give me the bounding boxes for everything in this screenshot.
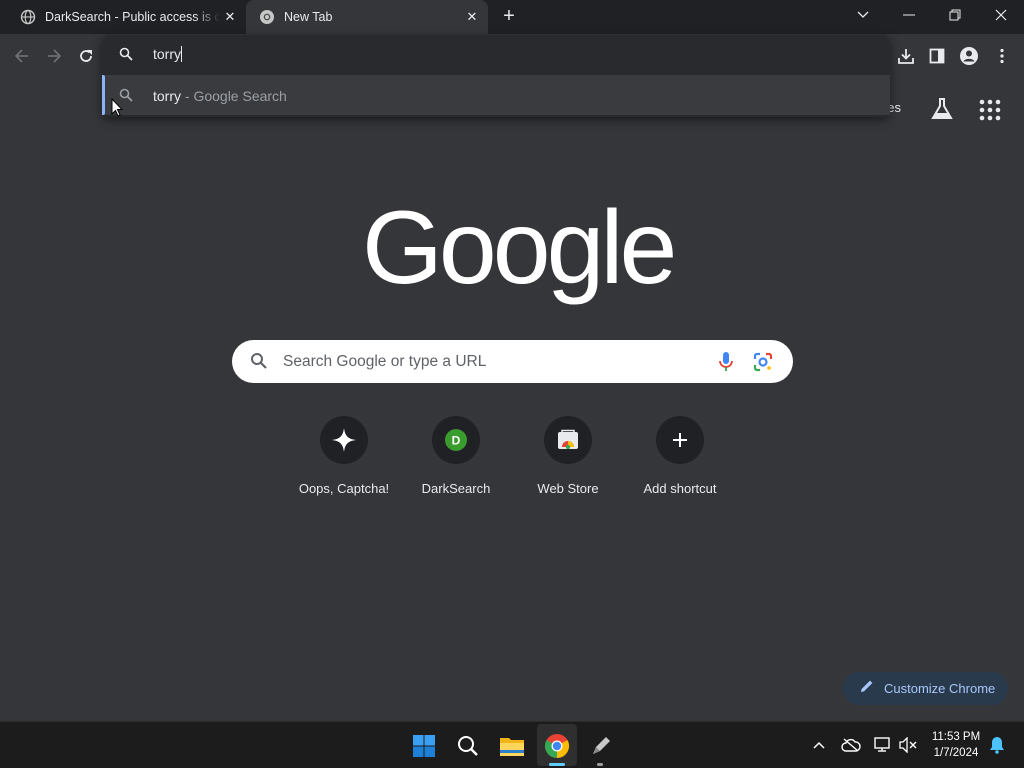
profile-icon bbox=[960, 47, 978, 65]
google-lens-icon[interactable] bbox=[752, 351, 774, 378]
profile-button[interactable] bbox=[956, 43, 982, 69]
shortcut-tile[interactable]: Web Store bbox=[512, 416, 624, 506]
omnibox-input[interactable]: torry bbox=[153, 46, 182, 62]
add-shortcut-button[interactable]: Add shortcut bbox=[624, 416, 736, 506]
arrow-right-icon bbox=[48, 49, 62, 63]
tab-new-tab[interactable]: New Tab ✕ bbox=[246, 0, 488, 34]
close-tab-icon[interactable]: ✕ bbox=[464, 9, 480, 25]
labs-icon[interactable] bbox=[929, 96, 955, 122]
shortcut-label: Oops, Captcha! bbox=[298, 481, 390, 496]
screen: DarkSearch - Public access is closed ✕ N… bbox=[0, 0, 1024, 768]
clock-date: 1/7/2024 bbox=[933, 747, 979, 759]
omnibox-popup: torry torry - Google Search bbox=[102, 35, 890, 117]
shortcut-letter: D bbox=[452, 434, 461, 448]
pen-app-icon[interactable] bbox=[585, 730, 617, 762]
side-panel-icon bbox=[929, 48, 945, 64]
close-tab-icon[interactable]: ✕ bbox=[222, 9, 238, 25]
notification-bell-icon[interactable] bbox=[986, 734, 1008, 756]
close-window-button[interactable] bbox=[978, 0, 1024, 30]
search-placeholder: Search Google or type a URL bbox=[283, 353, 487, 370]
reload-icon bbox=[80, 50, 92, 62]
tab-darksearch[interactable]: DarkSearch - Public access is closed ✕ bbox=[12, 0, 246, 34]
customize-chrome-label: Customize Chrome bbox=[884, 681, 996, 696]
restore-button[interactable] bbox=[932, 0, 978, 30]
tab-strip: DarkSearch - Public access is closed ✕ N… bbox=[0, 0, 1024, 34]
clock[interactable]: 11:53 PM 1/7/2024 bbox=[926, 729, 986, 761]
running-indicator bbox=[549, 763, 565, 766]
selection-indicator bbox=[102, 75, 105, 115]
omnibox-suggestion[interactable]: torry - Google Search bbox=[102, 75, 890, 115]
tab-title: DarkSearch - Public access is closed bbox=[45, 10, 220, 24]
shortcut-label: Web Store bbox=[537, 481, 599, 496]
globe-icon bbox=[20, 9, 36, 25]
suggestion-source: - Google Search bbox=[181, 88, 287, 104]
customize-chrome-button[interactable]: Customize Chrome bbox=[843, 672, 1008, 705]
clock-time: 11:53 PM bbox=[931, 731, 981, 743]
volume-muted-icon[interactable] bbox=[897, 734, 919, 756]
search-icon bbox=[119, 47, 133, 66]
side-panel-button[interactable] bbox=[924, 43, 950, 69]
arrow-left-icon bbox=[14, 49, 28, 63]
microphone-icon[interactable] bbox=[718, 351, 734, 378]
network-icon[interactable] bbox=[872, 734, 894, 756]
web-store-icon bbox=[544, 416, 592, 464]
search-icon bbox=[250, 352, 268, 375]
chevron-up-icon[interactable] bbox=[808, 734, 830, 756]
shortcut-label: Add shortcut bbox=[643, 481, 717, 496]
more-vert-icon bbox=[1000, 48, 1004, 64]
suggestion-query: torry bbox=[153, 88, 181, 104]
back-button[interactable] bbox=[9, 43, 35, 69]
forward-button[interactable] bbox=[41, 43, 67, 69]
text-caret bbox=[181, 46, 182, 62]
letter-d-icon: D bbox=[432, 416, 480, 464]
pencil-icon bbox=[860, 679, 874, 698]
ntp-search-box[interactable]: Search Google or type a URL bbox=[232, 340, 793, 383]
menu-button[interactable] bbox=[989, 43, 1015, 69]
minimize-button[interactable] bbox=[886, 0, 932, 30]
file-explorer-icon[interactable] bbox=[496, 730, 528, 762]
sparkle-icon bbox=[320, 416, 368, 464]
plus-icon bbox=[656, 416, 704, 464]
google-logo: Google bbox=[362, 190, 677, 306]
download-icon bbox=[898, 49, 914, 64]
shortcut-label: DarkSearch bbox=[421, 481, 491, 496]
chrome-icon[interactable] bbox=[541, 730, 573, 762]
apps-grid-icon[interactable] bbox=[978, 98, 1002, 122]
new-tab-button[interactable]: + bbox=[498, 6, 520, 28]
shortcut-tile[interactable]: Oops, Captcha! bbox=[288, 416, 400, 506]
tab-search-icon[interactable] bbox=[840, 0, 886, 30]
downloads-button[interactable] bbox=[893, 43, 919, 69]
cloud-offline-icon[interactable] bbox=[840, 734, 862, 756]
reload-button[interactable] bbox=[73, 43, 99, 69]
taskbar: 11:53 PM 1/7/2024 bbox=[0, 721, 1024, 768]
omnibox[interactable]: torry bbox=[102, 35, 890, 75]
mouse-cursor-icon bbox=[111, 97, 124, 122]
running-indicator bbox=[597, 763, 603, 766]
omnibox-input-text: torry bbox=[153, 46, 181, 62]
search-icon[interactable] bbox=[452, 730, 484, 762]
suggestion-text: torry - Google Search bbox=[153, 88, 287, 104]
shortcut-tile[interactable]: D DarkSearch bbox=[400, 416, 512, 506]
tab-title: New Tab bbox=[284, 10, 333, 24]
chrome-icon bbox=[259, 9, 275, 25]
windows-start-icon[interactable] bbox=[408, 730, 440, 762]
